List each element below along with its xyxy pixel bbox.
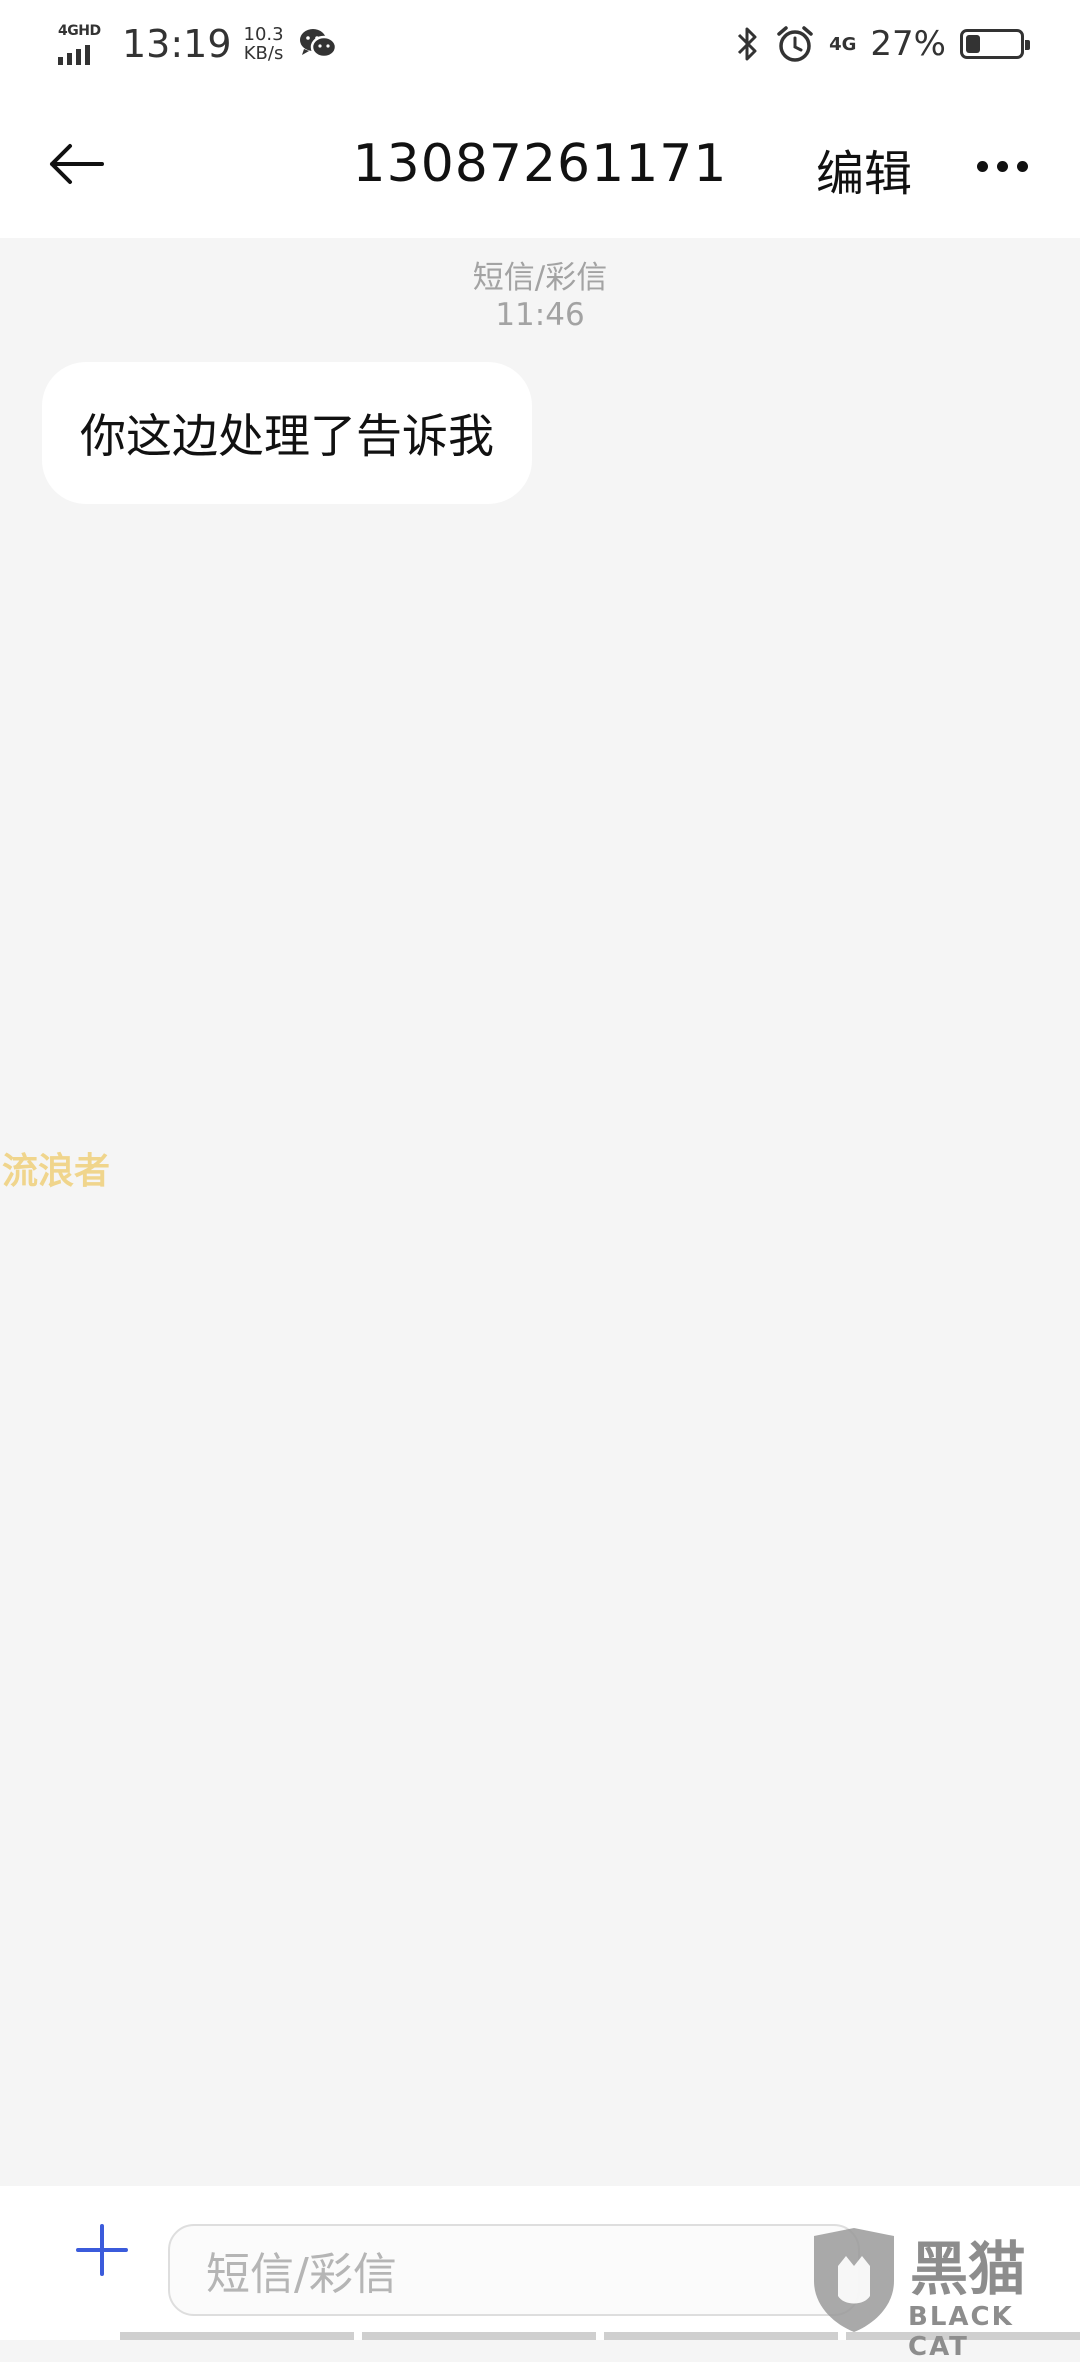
plus-icon <box>76 2224 128 2276</box>
edit-button[interactable]: 编辑 <box>816 134 912 204</box>
battery-icon <box>960 29 1030 59</box>
app-header: 13087261171 编辑 <box>0 100 1080 230</box>
top-area: 4GHD 13:19 10.3 KB/s 4G 27% 13087261171 … <box>0 0 1080 238</box>
speed-value: 10.3 <box>243 24 284 45</box>
battery-fill <box>966 35 980 53</box>
network-speed: 10.3 KB/s <box>244 25 284 63</box>
status-left: 4GHD 13:19 10.3 KB/s <box>56 14 338 74</box>
status-time: 13:19 <box>122 22 232 66</box>
cat-shield-icon <box>814 2228 894 2332</box>
status-bar: 4GHD 13:19 10.3 KB/s 4G 27% <box>0 0 1080 90</box>
message-input[interactable]: 短信/彩信 <box>168 2224 860 2316</box>
status-right: 4G 27% <box>735 14 1030 74</box>
battery-percent: 27% <box>870 24 946 64</box>
wechat-icon <box>299 29 337 59</box>
page-title: 13087261171 <box>352 134 728 194</box>
message-input-placeholder: 短信/彩信 <box>206 2249 397 2300</box>
signal-icon: 4GHD <box>56 19 108 69</box>
message-bubble-incoming[interactable]: 你这边处理了告诉我 <box>42 362 532 504</box>
message-time: 11:46 <box>495 297 585 333</box>
speed-unit: KB/s <box>243 43 284 64</box>
logo-text: 黑猫 <box>910 2235 1027 2303</box>
alarm-icon <box>777 26 813 62</box>
watermark: 流浪者 <box>2 1151 111 1192</box>
attach-button[interactable] <box>72 2220 132 2280</box>
network-type: 4GHD <box>58 23 101 39</box>
more-icon <box>976 160 1028 172</box>
logo-subtext: BLACK CAT <box>908 2302 1014 2362</box>
more-button[interactable] <box>962 136 1042 196</box>
network-type-2: 4G <box>829 33 857 55</box>
bluetooth-icon <box>738 27 757 61</box>
blackcat-logo: 黑猫 BLACK CAT <box>800 2222 1080 2362</box>
message-channel: 短信/彩信 <box>472 260 608 296</box>
